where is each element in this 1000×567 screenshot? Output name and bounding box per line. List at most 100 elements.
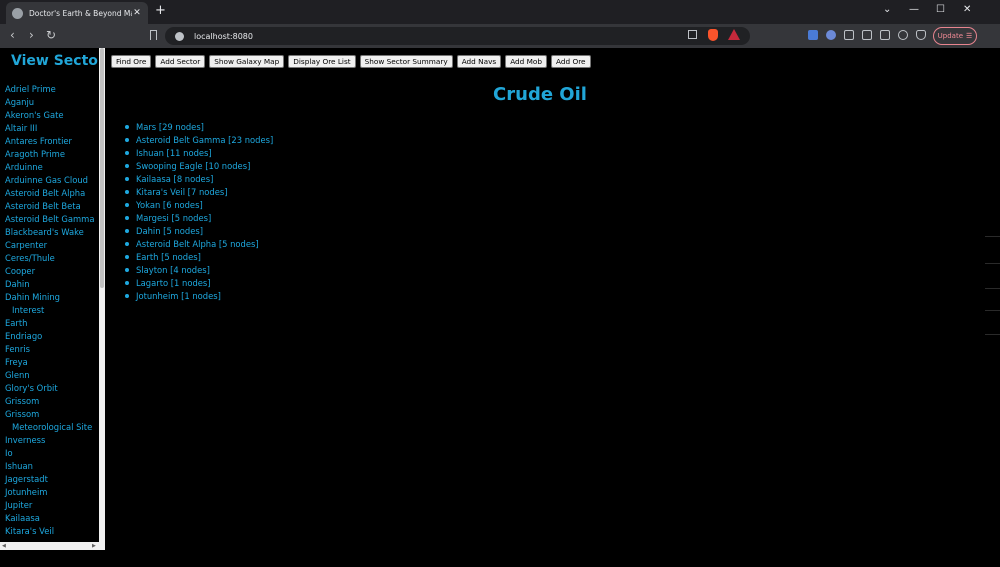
sector-link[interactable]: Asteroid Belt Gamma xyxy=(5,213,100,226)
divider xyxy=(985,288,1000,289)
ore-location-item[interactable]: Mars [29 nodes] xyxy=(124,121,273,134)
tab-search-icon[interactable]: ⌄ xyxy=(883,4,891,15)
sector-link[interactable]: Antares Frontier xyxy=(5,135,100,148)
ore-location-item[interactable]: Kailaasa [8 nodes] xyxy=(124,173,273,186)
reload-button[interactable]: ↻ xyxy=(46,28,56,42)
ore-location-item[interactable]: Swooping Eagle [10 nodes] xyxy=(124,160,273,173)
divider xyxy=(985,334,1000,335)
scroll-left-icon[interactable]: ◀ xyxy=(2,543,6,549)
ore-location-item[interactable]: Kitara's Veil [7 nodes] xyxy=(124,186,273,199)
browser-tab[interactable]: Doctor's Earth & Beyond Map ✕ xyxy=(6,2,148,24)
sector-link[interactable]: Asteroid Belt Beta xyxy=(5,200,100,213)
bookmark-icon[interactable] xyxy=(150,30,157,40)
extension-icon[interactable] xyxy=(826,30,836,40)
sector-link[interactable]: Io xyxy=(5,447,100,460)
sector-link[interactable]: Arduinne xyxy=(5,161,100,174)
action-toolbar: Find Ore Add Sector Show Galaxy Map Display… xyxy=(111,55,591,68)
ore-location-item[interactable]: Asteroid Belt Alpha [5 nodes] xyxy=(124,238,273,251)
sector-link[interactable]: Ceres/Thule xyxy=(5,252,100,265)
ore-location-item[interactable]: Earth [5 nodes] xyxy=(124,251,273,264)
ore-location-list: Mars [29 nodes] Asteroid Belt Gamma [23 n… xyxy=(124,121,273,303)
sector-link[interactable]: Dahin Mining xyxy=(5,291,100,304)
show-sector-summary-button[interactable]: Show Sector Summary xyxy=(359,55,453,68)
add-navs-button[interactable]: Add Navs xyxy=(456,55,502,68)
ore-location-item[interactable]: Jotunheim [1 nodes] xyxy=(124,290,273,303)
display-ore-list-button[interactable]: Display Ore List xyxy=(288,55,356,68)
sector-link[interactable]: Fenris xyxy=(5,343,100,356)
sector-link[interactable]: Aganju xyxy=(5,96,100,109)
sector-link[interactable]: Altair III xyxy=(5,122,100,135)
sector-link[interactable]: Freya xyxy=(5,356,100,369)
sector-link[interactable]: Adriel Prime xyxy=(5,83,100,96)
show-galaxy-map-button[interactable]: Show Galaxy Map xyxy=(209,55,285,68)
sector-link[interactable]: Glenn xyxy=(5,369,100,382)
divider xyxy=(985,236,1000,237)
browser-toolbar: ‹ › ↻ localhost:8080 Update ☰ xyxy=(0,24,1000,48)
ore-location-item[interactable]: Margesi [5 nodes] xyxy=(124,212,273,225)
sector-link[interactable]: Jupiter xyxy=(5,499,100,512)
puzzle-icon[interactable] xyxy=(844,30,854,40)
find-ore-button[interactable]: Find Ore xyxy=(111,55,152,68)
ore-location-item[interactable]: Asteroid Belt Gamma [23 nodes] xyxy=(124,134,273,147)
ore-location-item[interactable]: Lagarto [1 nodes] xyxy=(124,277,273,290)
add-mob-button[interactable]: Add Mob xyxy=(505,55,548,68)
ore-location-item[interactable]: Yokan [6 nodes] xyxy=(124,199,273,212)
forward-button[interactable]: › xyxy=(29,28,34,42)
add-ore-button[interactable]: Add Ore xyxy=(551,55,591,68)
sector-link[interactable]: Jagerstadt xyxy=(5,473,100,486)
new-tab-button[interactable]: + xyxy=(155,4,166,18)
sector-link[interactable]: Aragoth Prime xyxy=(5,148,100,161)
ore-location-item[interactable]: Slayton [4 nodes] xyxy=(124,264,273,277)
minimize-button[interactable]: — xyxy=(909,4,919,15)
sector-link[interactable]: Ishuan xyxy=(5,460,100,473)
wallet-icon[interactable] xyxy=(880,30,890,40)
scroll-right-icon[interactable]: ▶ xyxy=(92,543,96,549)
sector-link[interactable]: Inverness xyxy=(5,434,100,447)
leo-icon[interactable] xyxy=(898,30,908,40)
extension-icon[interactable] xyxy=(808,30,818,40)
window-close-button[interactable]: ✕ xyxy=(963,4,971,15)
sector-link[interactable]: Blackbeard's Wake xyxy=(5,226,100,239)
divider xyxy=(985,310,1000,311)
sector-link[interactable]: Dahin xyxy=(5,278,100,291)
sector-link[interactable]: Grissom xyxy=(5,408,100,421)
browser-tab-bar: Doctor's Earth & Beyond Map ✕ + ⌄ — ☐ ✕ xyxy=(0,0,1000,24)
sector-link[interactable]: Cooper xyxy=(5,265,100,278)
sector-sidebar: View Sector Adriel Prime Aganju Akeron's G… xyxy=(0,48,105,550)
sector-link[interactable]: Carpenter xyxy=(5,239,100,252)
maximize-button[interactable]: ☐ xyxy=(936,4,945,15)
update-label: Update xyxy=(937,32,964,40)
sector-link[interactable]: Earth xyxy=(5,317,100,330)
sector-link[interactable]: Glory's Orbit xyxy=(5,382,100,395)
site-info-icon[interactable] xyxy=(175,31,184,41)
sector-link[interactable]: Interest xyxy=(5,304,100,317)
vpn-icon[interactable] xyxy=(916,30,926,40)
update-button[interactable]: Update ☰ xyxy=(933,27,977,45)
address-bar[interactable]: localhost:8080 xyxy=(165,27,750,45)
scrollbar-thumb[interactable] xyxy=(100,48,104,288)
add-sector-button[interactable]: Add Sector xyxy=(155,55,206,68)
sidebar-title: View Sector xyxy=(11,53,105,69)
sidebar-icon[interactable] xyxy=(862,30,872,40)
tab-close-icon[interactable]: ✕ xyxy=(132,8,142,18)
brave-rewards-icon[interactable] xyxy=(728,29,740,40)
sidebar-horizontal-scrollbar[interactable]: ◀ ▶ xyxy=(0,542,99,550)
url-text: localhost:8080 xyxy=(194,31,253,41)
sector-link[interactable]: Jotunheim xyxy=(5,486,100,499)
sector-link[interactable]: Endriago xyxy=(5,330,100,343)
sidebar-scrollbar[interactable] xyxy=(99,48,105,550)
ore-location-item[interactable]: Dahin [5 nodes] xyxy=(124,225,273,238)
brave-shields-icon[interactable] xyxy=(708,29,718,41)
sector-link[interactable]: Arduinne Gas Cloud xyxy=(5,174,100,187)
page-title: Crude Oil xyxy=(493,84,587,105)
sector-link[interactable]: Akeron's Gate xyxy=(5,109,100,122)
sector-link[interactable]: Kitara's Veil xyxy=(5,525,100,538)
sector-link[interactable]: Kailaasa xyxy=(5,512,100,525)
sector-link[interactable]: Asteroid Belt Alpha xyxy=(5,187,100,200)
back-button[interactable]: ‹ xyxy=(10,28,15,42)
ore-location-item[interactable]: Ishuan [11 nodes] xyxy=(124,147,273,160)
share-icon[interactable] xyxy=(688,30,697,39)
sector-link[interactable]: Meteorological Site xyxy=(5,421,100,434)
globe-icon xyxy=(12,7,23,19)
sector-link[interactable]: Grissom xyxy=(5,395,100,408)
